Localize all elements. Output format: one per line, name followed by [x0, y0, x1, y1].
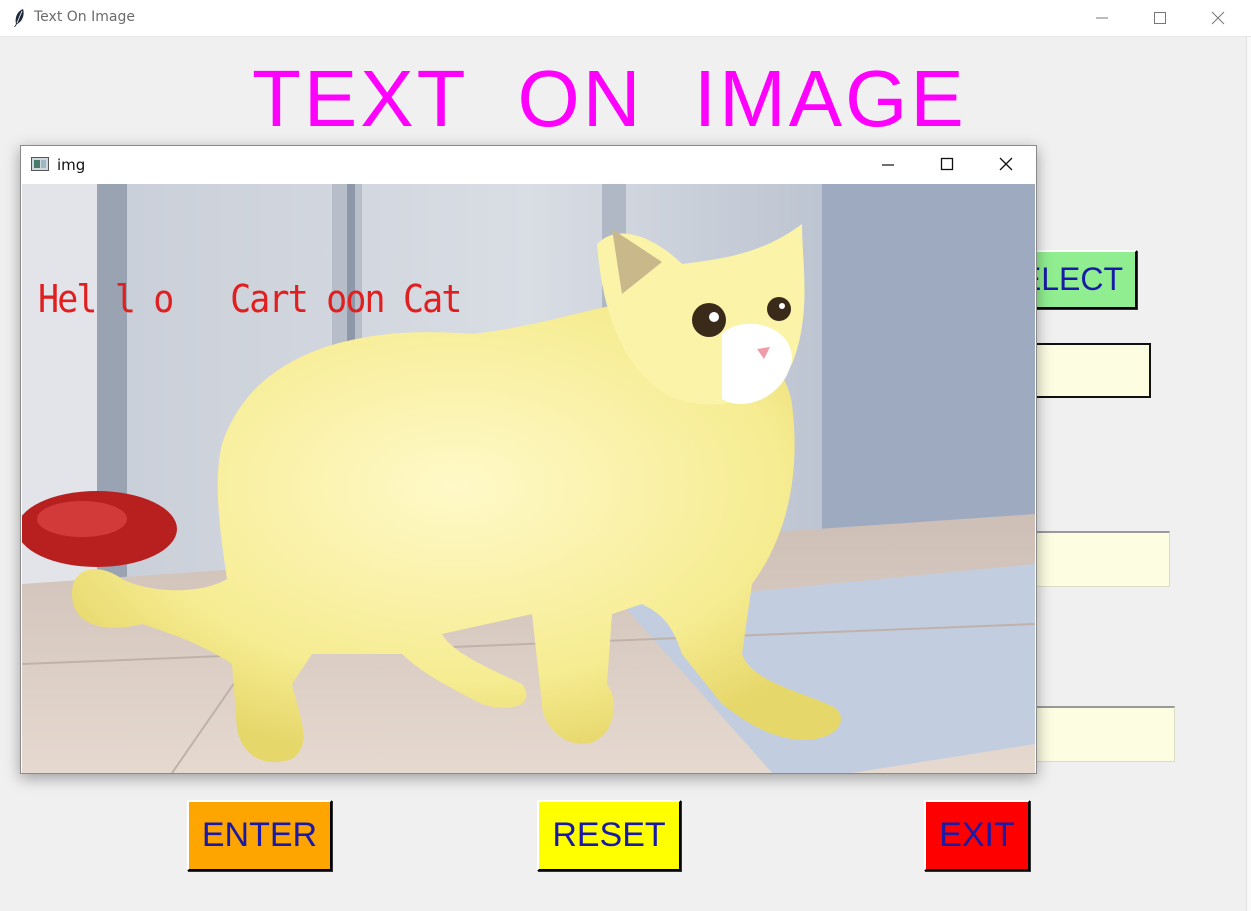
- image-window-titlebar[interactable]: img: [21, 146, 1036, 184]
- overlay-caption: Hel l o Cart oon Cat: [38, 277, 462, 321]
- image-maximize-button[interactable]: [918, 146, 976, 182]
- minimize-icon: [1096, 17, 1108, 19]
- main-titlebar: Text On Image: [0, 0, 1251, 37]
- cat-photo: [22, 184, 1035, 773]
- image-window-title: img: [57, 156, 86, 174]
- main-minimize-button[interactable]: [1073, 0, 1131, 36]
- position-input-field[interactable]: [1020, 706, 1175, 762]
- image-canvas: Hel l o Cart oon Cat: [22, 184, 1035, 773]
- feather-icon: [14, 9, 24, 27]
- page-title: TEXT ON IMAGE: [252, 54, 967, 143]
- reset-button[interactable]: RESET: [537, 800, 681, 871]
- minimize-icon: [882, 164, 894, 166]
- image-close-button[interactable]: [977, 146, 1035, 182]
- maximize-icon: [1154, 12, 1166, 24]
- close-icon: [1211, 11, 1225, 25]
- image-minimize-button[interactable]: [859, 146, 917, 182]
- close-icon: [999, 157, 1013, 171]
- main-close-button[interactable]: [1189, 0, 1247, 36]
- image-window-icon: [31, 157, 49, 171]
- exit-button[interactable]: EXIT: [924, 800, 1030, 871]
- main-maximize-button[interactable]: [1131, 0, 1189, 36]
- text-input-field[interactable]: [1020, 531, 1170, 587]
- maximize-icon: [940, 157, 954, 171]
- window-right-edge: [1246, 37, 1251, 911]
- enter-button[interactable]: ENTER: [187, 800, 332, 871]
- image-path-field[interactable]: [1020, 343, 1151, 398]
- image-window[interactable]: img Hel l o Cart oon Cat: [20, 145, 1037, 774]
- window-title: Text On Image: [34, 9, 135, 25]
